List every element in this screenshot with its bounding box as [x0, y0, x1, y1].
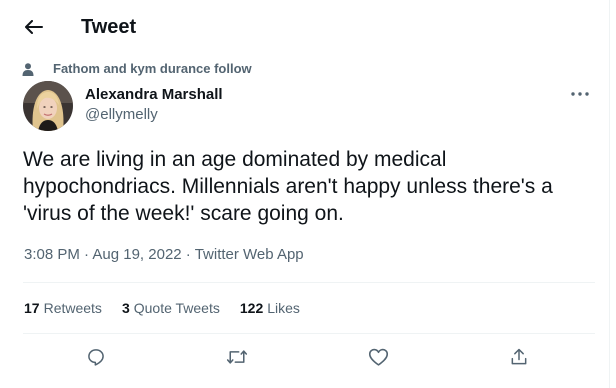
- avatar[interactable]: [23, 81, 73, 131]
- more-button[interactable]: [569, 87, 591, 101]
- quote-tweets-count: 3: [121, 300, 130, 316]
- reply-button[interactable]: [83, 344, 109, 370]
- social-context[interactable]: Fathom and kym durance follow: [22, 60, 252, 78]
- back-button[interactable]: [20, 14, 48, 40]
- likes-stat[interactable]: 122 Likes: [240, 300, 300, 316]
- divider: [23, 282, 595, 283]
- tweet-source[interactable]: Twitter Web App: [195, 246, 304, 263]
- quote-tweets-label: Quote Tweets: [133, 300, 220, 316]
- like-button[interactable]: [365, 344, 391, 370]
- tweet-page: Tweet Fathom and kym durance follow Alex…: [0, 0, 610, 388]
- author-handle[interactable]: @ellymelly: [85, 105, 158, 124]
- likes-count: 122: [239, 300, 264, 316]
- retweets-count: 17: [24, 300, 40, 316]
- tweet-stats: 17 Retweets 3 Quote Tweets 122 Likes: [24, 298, 320, 318]
- meta-separator: ·: [79, 246, 93, 263]
- meta-separator: ·: [181, 246, 195, 263]
- tweet-date[interactable]: Aug 19, 2022: [92, 246, 181, 263]
- retweet-button[interactable]: [224, 344, 250, 370]
- action-bar: [24, 340, 594, 374]
- page-title: Tweet: [81, 16, 137, 38]
- arrow-left-icon: [25, 20, 43, 34]
- tweet-time[interactable]: 3:08 PM: [24, 246, 80, 263]
- social-context-text: Fathom and kym durance follow: [53, 61, 252, 76]
- author-name[interactable]: Alexandra Marshall: [85, 85, 223, 104]
- reply-icon: [88, 349, 104, 366]
- retweet-icon: [226, 350, 248, 364]
- retweets-label: Retweets: [43, 300, 102, 316]
- page-header: Tweet: [0, 0, 610, 54]
- share-icon: [511, 348, 527, 365]
- quote-tweets-stat[interactable]: 3 Quote Tweets: [122, 300, 220, 316]
- retweets-stat[interactable]: 17 Retweets: [24, 300, 102, 316]
- share-button[interactable]: [506, 344, 532, 370]
- tweet-meta: 3:08 PM · Aug 19, 2022 · Twitter Web App: [24, 245, 304, 265]
- like-icon: [368, 348, 388, 366]
- likes-label: Likes: [267, 300, 300, 316]
- tweet-text: We are living in an age dominated by med…: [23, 148, 553, 225]
- ellipsis-icon: [571, 92, 589, 96]
- profile-photo: [23, 81, 73, 131]
- divider: [23, 333, 595, 334]
- person-icon: [22, 62, 34, 76]
